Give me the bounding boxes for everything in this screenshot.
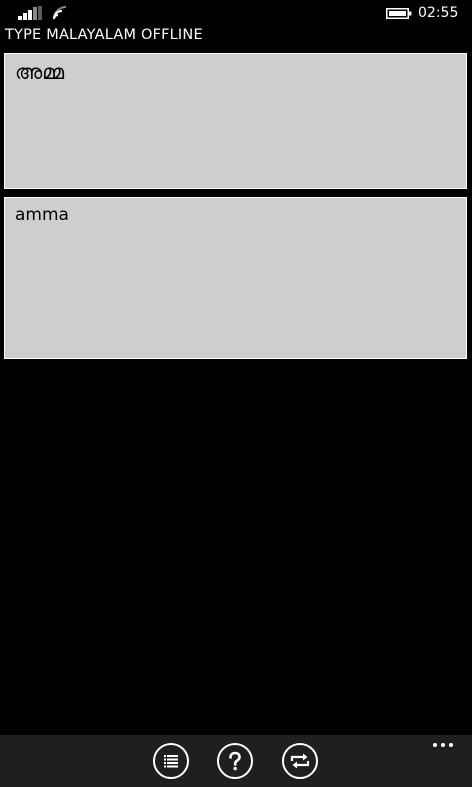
- status-bar: 02:55: [0, 0, 472, 26]
- signal-icon: [18, 6, 42, 20]
- app-bar: [0, 735, 472, 787]
- list-button[interactable]: [153, 743, 189, 779]
- transliteration-input[interactable]: amma: [4, 197, 467, 359]
- wifi-icon: [53, 6, 67, 20]
- status-clock: 02:55: [418, 5, 459, 21]
- help-icon: [229, 751, 241, 771]
- swap-button[interactable]: [282, 743, 318, 779]
- app-title: TYPE MALAYALAM OFFLINE: [5, 27, 203, 43]
- swap-icon: [290, 753, 310, 769]
- ellipsis-icon[interactable]: [430, 739, 456, 751]
- help-button[interactable]: [217, 743, 253, 779]
- malayalam-output-box[interactable]: അമ്മ: [4, 53, 467, 189]
- battery-icon: [386, 8, 412, 19]
- list-icon: [164, 755, 178, 768]
